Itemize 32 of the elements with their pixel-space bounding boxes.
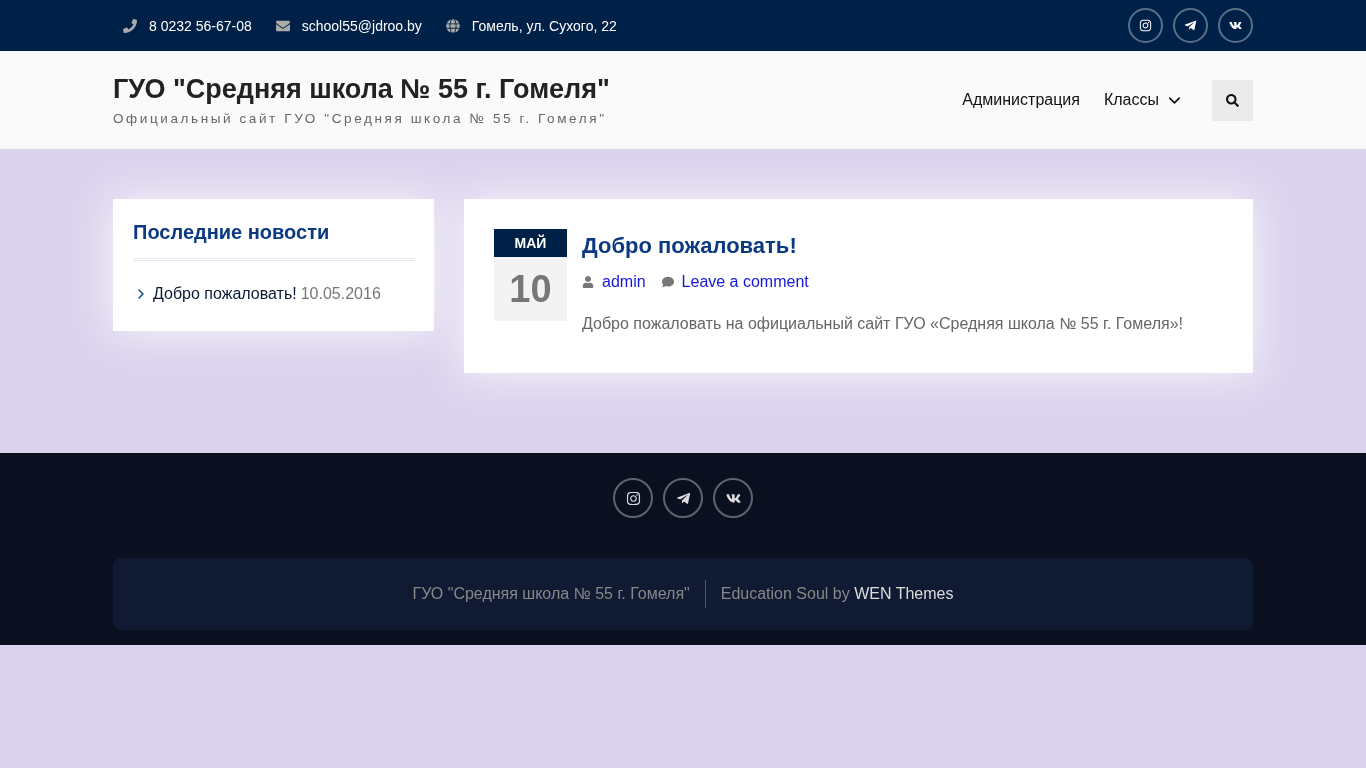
vk-icon[interactable] [1218,8,1253,43]
nav-link[interactable]: Администрация [962,91,1080,109]
envelope-icon [275,18,290,33]
search-button[interactable] [1212,79,1253,121]
comment-link[interactable]: Leave a comment [681,273,809,291]
post-excerpt: Добро пожаловать на официальный сайт ГУО «Средняя школа № 55 г. Гомеля»! [582,315,1183,333]
credit-text: Education Soul by WEN Themes [719,585,954,603]
copyright-text: ГУО "Средняя школа № 55 г. Гомеля" [412,580,706,608]
site-title[interactable]: ГУО "Средняя школа № 55 г. Гомеля" [113,74,610,105]
vk-icon[interactable] [713,478,753,518]
user-icon [582,276,594,288]
instagram-icon[interactable] [1128,8,1163,43]
date-month: МАЙ [494,229,567,257]
telegram-icon[interactable] [1173,8,1208,43]
date-day: 10 [494,257,567,321]
contact-text: 8 0232 56-67-08 [149,17,252,34]
instagram-icon[interactable] [613,478,653,518]
news-date: 10.05.2016 [300,285,381,303]
widget-title: Последние новости [133,221,414,261]
search-icon [1226,93,1239,107]
news-link[interactable]: Добро пожаловать! [153,285,297,303]
site-tagline: Официальный сайт ГУО "Средняя школа № 55 г. Гомеля" [113,111,608,126]
credit-link[interactable]: WEN Themes [854,585,954,602]
telegram-icon[interactable] [663,478,703,518]
contact-text: Гомель, ул. Сухого, 22 [471,17,617,34]
contact-text: school55@jdroo.by [301,17,422,34]
post-title[interactable]: Добро пожаловать! [582,233,1183,259]
globe-icon [445,18,460,33]
comment-icon [661,276,674,288]
author-link[interactable]: admin [602,273,646,291]
phone-icon [123,18,137,33]
nav-link[interactable]: Классы [1103,90,1184,110]
